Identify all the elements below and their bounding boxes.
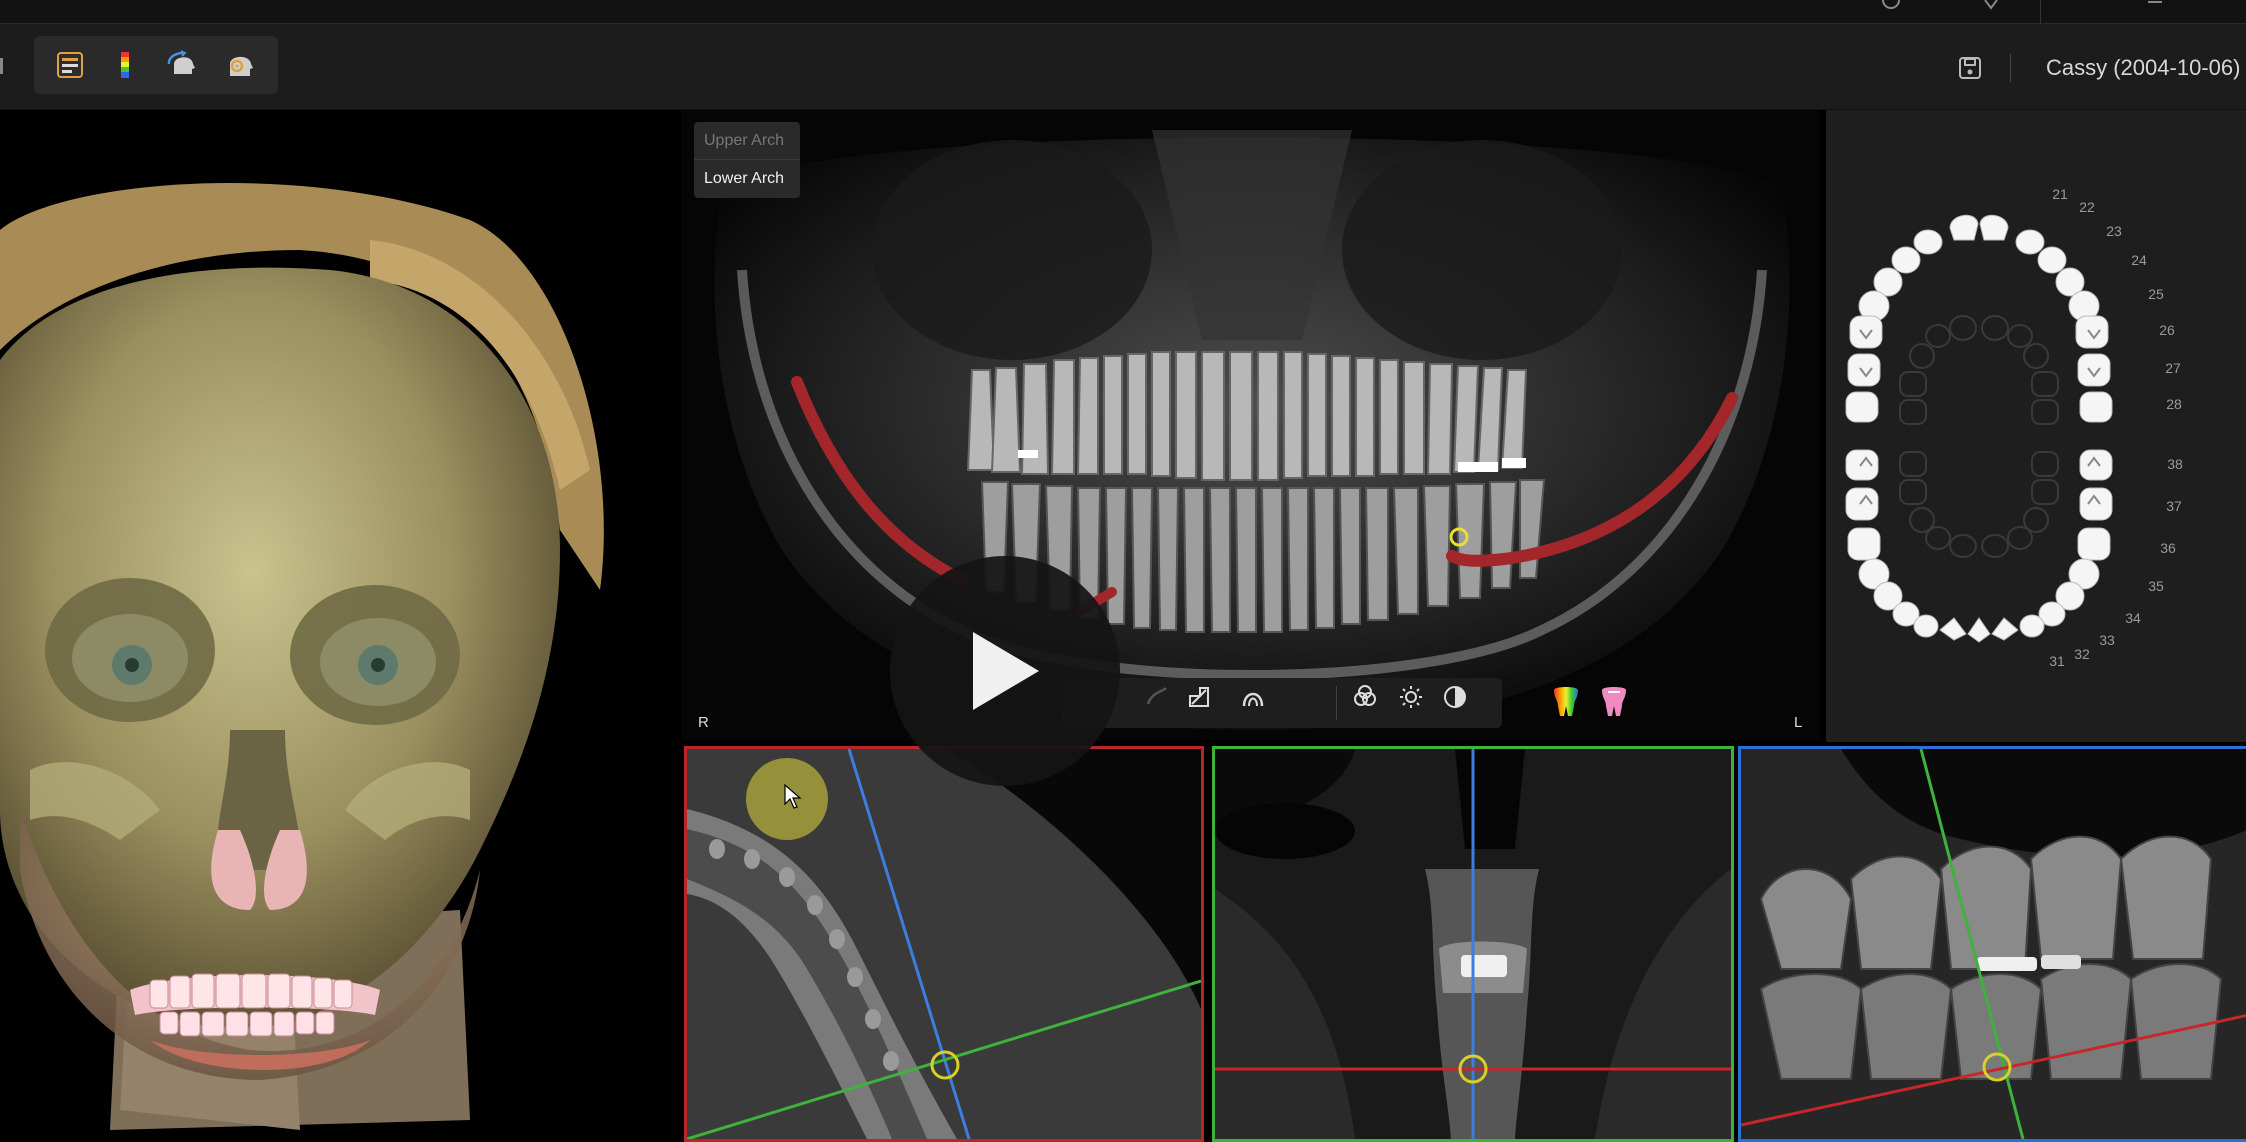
color-scale-button[interactable] xyxy=(104,44,146,86)
contrast-button[interactable] xyxy=(1442,684,1480,722)
head-rotate-button[interactable] xyxy=(162,44,204,86)
tooth-number-28: 28 xyxy=(2166,396,2182,412)
nerve-trace-button[interactable] xyxy=(1186,684,1224,722)
contrast-icon xyxy=(1444,686,1466,708)
tangential-view[interactable] xyxy=(1738,746,2246,1142)
tooth-number-38: 38 xyxy=(2167,456,2183,472)
tooth-number-23: 23 xyxy=(2106,223,2122,239)
minimize-icon[interactable] xyxy=(2144,0,2166,12)
arch-icon xyxy=(1242,692,1264,707)
3d-volume-view[interactable] xyxy=(0,110,680,1142)
tooth-color-icon xyxy=(1554,687,1578,716)
panoramic-xray-image xyxy=(682,110,1820,740)
tooth-chart-panel: 1121122213231424152516261727182848384737… xyxy=(1826,110,2246,742)
panorama-report-icon xyxy=(57,52,83,78)
nerve-trace-icon xyxy=(1189,687,1209,707)
tooth-number-31: 31 xyxy=(2049,653,2065,669)
tooth-number-35: 35 xyxy=(2148,578,2164,594)
cross-section-view[interactable] xyxy=(1212,746,1734,1142)
save-button[interactable] xyxy=(1954,52,1986,84)
play-icon xyxy=(973,632,1039,710)
tooth-number-21: 21 xyxy=(2052,186,2068,202)
cross-section-image xyxy=(1215,749,1731,1139)
upper-arch-teeth[interactable] xyxy=(1845,214,2113,423)
tooth-number-26: 26 xyxy=(2159,322,2175,338)
draw-curve-icon xyxy=(1146,687,1167,705)
lower-arch-teeth[interactable] xyxy=(1845,449,2113,643)
tooth-number-25: 25 xyxy=(2148,286,2164,302)
view-tool-group xyxy=(34,36,278,94)
brightness-button[interactable] xyxy=(1398,684,1436,722)
image-tools-toolbar xyxy=(1062,678,1502,728)
main-toolbar: Cassy (2004-10-06) xyxy=(0,24,2246,110)
color-scale-icon xyxy=(121,52,129,78)
collapse-handle[interactable] xyxy=(0,58,3,74)
lower-arch-option[interactable]: Lower Arch xyxy=(694,160,800,198)
help-icon[interactable] xyxy=(1880,0,1902,12)
head-settings-button[interactable] xyxy=(220,44,262,86)
panorama-report-button[interactable] xyxy=(49,44,91,86)
patient-name-label: Cassy (2004-10-06) xyxy=(2046,55,2241,80)
tooth-number-27: 27 xyxy=(2165,360,2181,376)
brightness-icon xyxy=(1400,686,1422,708)
right-side-label: R xyxy=(698,714,709,731)
title-bar-divider xyxy=(2040,0,2041,24)
filter-button[interactable] xyxy=(1352,684,1390,722)
arch-selector: Upper Arch Lower Arch xyxy=(694,122,800,198)
notification-icon[interactable] xyxy=(1980,0,2002,12)
video-play-button[interactable] xyxy=(890,556,1120,786)
left-side-label: L xyxy=(1794,714,1803,731)
tooth-number-37: 37 xyxy=(2166,498,2182,514)
3d-skull-render xyxy=(0,182,604,1130)
tooth-number-24: 24 xyxy=(2131,252,2147,268)
upper-arch-option[interactable]: Upper Arch xyxy=(694,122,800,160)
head-rotate-icon xyxy=(167,50,195,74)
head-settings-icon xyxy=(230,56,253,76)
mouse-pointer-icon xyxy=(784,784,802,809)
window-title-bar xyxy=(0,0,2246,24)
tooth-chart-diagram xyxy=(1845,214,2113,643)
tooth-pink-icon xyxy=(1602,687,1626,716)
save-icon xyxy=(1959,57,1981,79)
filter-icon xyxy=(1354,685,1376,706)
toolbar-divider xyxy=(2010,54,2011,82)
tooth-number-34: 34 xyxy=(2125,610,2141,626)
image-tools-divider xyxy=(1336,686,1337,720)
tooth-number-36: 36 xyxy=(2160,540,2176,556)
draw-curve-button[interactable] xyxy=(1144,684,1182,722)
tooth-number-22: 22 xyxy=(2079,199,2095,215)
panoramic-view[interactable]: Upper Arch Lower Arch R L xyxy=(682,110,1820,740)
arch-button[interactable] xyxy=(1240,684,1278,722)
tangential-image xyxy=(1741,749,2246,1139)
